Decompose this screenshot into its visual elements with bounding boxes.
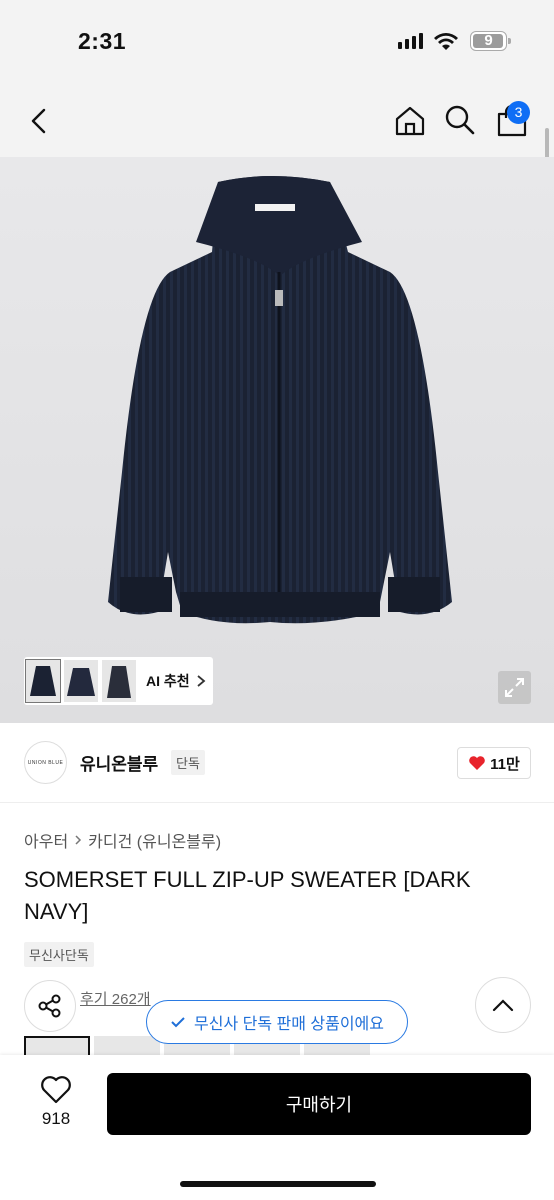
wifi-icon [434,33,458,50]
chevron-right-icon [197,675,206,687]
check-icon [171,1017,185,1028]
thumbnail-3[interactable] [102,660,136,702]
home-indicator [180,1181,376,1187]
top-nav [0,80,554,157]
battery-level: 9 [484,32,493,49]
brand-row: UNION BLUE 유니온블루 단독 11만 [0,723,554,803]
share-button[interactable] [24,980,76,1032]
back-icon[interactable] [26,107,54,135]
heart-outline-icon[interactable] [40,1075,72,1105]
buy-button[interactable]: 구매하기 [107,1073,531,1135]
cellular-signal-icon [398,33,423,49]
brand-logo[interactable]: UNION BLUE [24,741,67,784]
breadcrumb-subcategory[interactable]: 카디건 (유니온블루) [88,828,221,852]
home-icon[interactable] [393,104,427,138]
thumbnail-strip[interactable]: AI 추천 [24,657,213,705]
status-time: 2:31 [78,28,127,54]
color-option[interactable] [24,1036,90,1056]
ai-recommend-label[interactable]: AI 추천 [146,671,190,691]
thumbnail-2[interactable] [64,660,98,702]
breadcrumb-category[interactable]: 아우터 [24,828,68,852]
color-option[interactable] [94,1036,160,1056]
chevron-up-icon [492,999,514,1012]
chevron-right-icon [75,835,82,845]
bottom-action-bar: 918 구매하기 [0,1055,554,1200]
brand-like-count: 11만 [490,755,520,773]
scroll-top-button[interactable] [475,977,531,1033]
expand-icon [505,678,524,697]
product-image [108,176,452,624]
product-image-gallery[interactable]: AI 추천 [0,157,554,723]
like-count: 918 [41,1109,71,1128]
cart-count-badge: 3 [507,101,530,124]
breadcrumb: 아우터 카디건 (유니온블루) [24,828,221,852]
exclusive-badge: 무신사단독 [24,942,94,967]
brand-like-button[interactable]: 11만 [457,747,531,779]
search-icon[interactable] [444,104,476,136]
toast-text: 무신사 단독 판매 상품이에요 [194,1016,384,1033]
expand-image-button[interactable] [498,671,531,704]
share-icon [38,994,61,1018]
exclusive-tag: 단독 [171,750,205,775]
status-bar: 2:31 9 [0,0,554,80]
product-title: SOMERSET FULL ZIP-UP SWEATER [DARK NAVY] [24,867,471,924]
battery-icon: 9 [470,31,511,51]
brand-name[interactable]: 유니온블루 [80,750,158,775]
review-count-link[interactable]: 후기 262개 [80,988,151,1009]
heart-filled-icon [469,756,485,770]
exclusive-toast: 무신사 단독 판매 상품이에요 [146,1000,408,1044]
thumbnail-1[interactable] [25,659,61,703]
